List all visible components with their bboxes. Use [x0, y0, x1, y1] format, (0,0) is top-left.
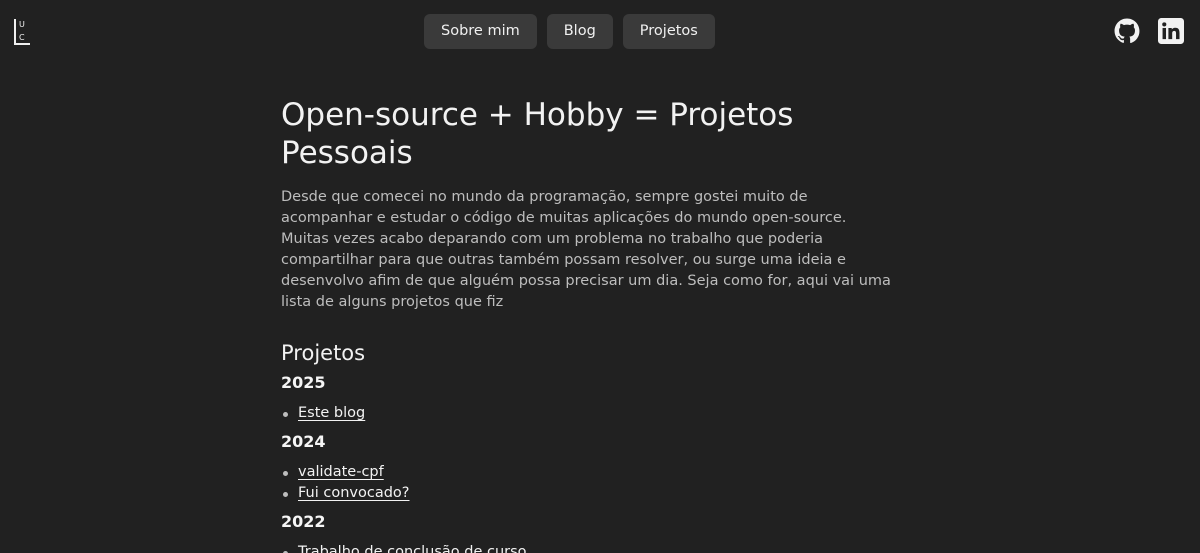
nav-sobre-mim-button[interactable]: Sobre mim [424, 14, 537, 49]
nav-blog-button[interactable]: Blog [546, 14, 613, 49]
year-heading-2024: 2024 [281, 432, 326, 451]
list-item: Este blog [281, 403, 901, 424]
nav-projetos-button[interactable]: Projetos [622, 14, 715, 49]
page-title: Open-source + Hobby = Projetos Pessoais [281, 97, 794, 171]
year-heading-2025: 2025 [281, 373, 326, 392]
top-nav: Sobre mim Blog Projetos [424, 14, 715, 49]
github-icon[interactable] [1114, 18, 1140, 44]
project-link-este-blog[interactable]: Este blog [298, 405, 365, 421]
project-list-2022: Trabalho de conclusão de curso [281, 542, 901, 553]
main-content: Open-source + Hobby = Projetos Pessoais … [281, 96, 901, 553]
list-item: validate-cpf [281, 462, 901, 483]
year-heading-2022: 2022 [281, 512, 326, 531]
list-item: Trabalho de conclusão de curso [281, 542, 901, 553]
project-link-tcc[interactable]: Trabalho de conclusão de curso [298, 544, 527, 553]
project-link-validate-cpf[interactable]: validate-cpf [298, 464, 384, 480]
project-link-fui-convocado[interactable]: Fui convocado? [298, 485, 410, 501]
social-links [1114, 18, 1184, 44]
site-logo[interactable]: U C [13, 18, 31, 45]
project-list-2025: Este blog [281, 403, 901, 424]
list-item: Fui convocado? [281, 483, 901, 504]
intro-paragraph: Desde que comecei no mundo da programaçã… [281, 189, 891, 310]
page: U C Sobre mim Blog Projetos Open-source … [0, 0, 1200, 553]
logo-letter-u: U [19, 20, 25, 29]
projects-heading: Projetos [281, 341, 366, 365]
linkedin-icon[interactable] [1158, 18, 1184, 44]
logo-letter-c: C [19, 33, 25, 42]
project-list-2024: validate-cpf Fui convocado? [281, 462, 901, 504]
